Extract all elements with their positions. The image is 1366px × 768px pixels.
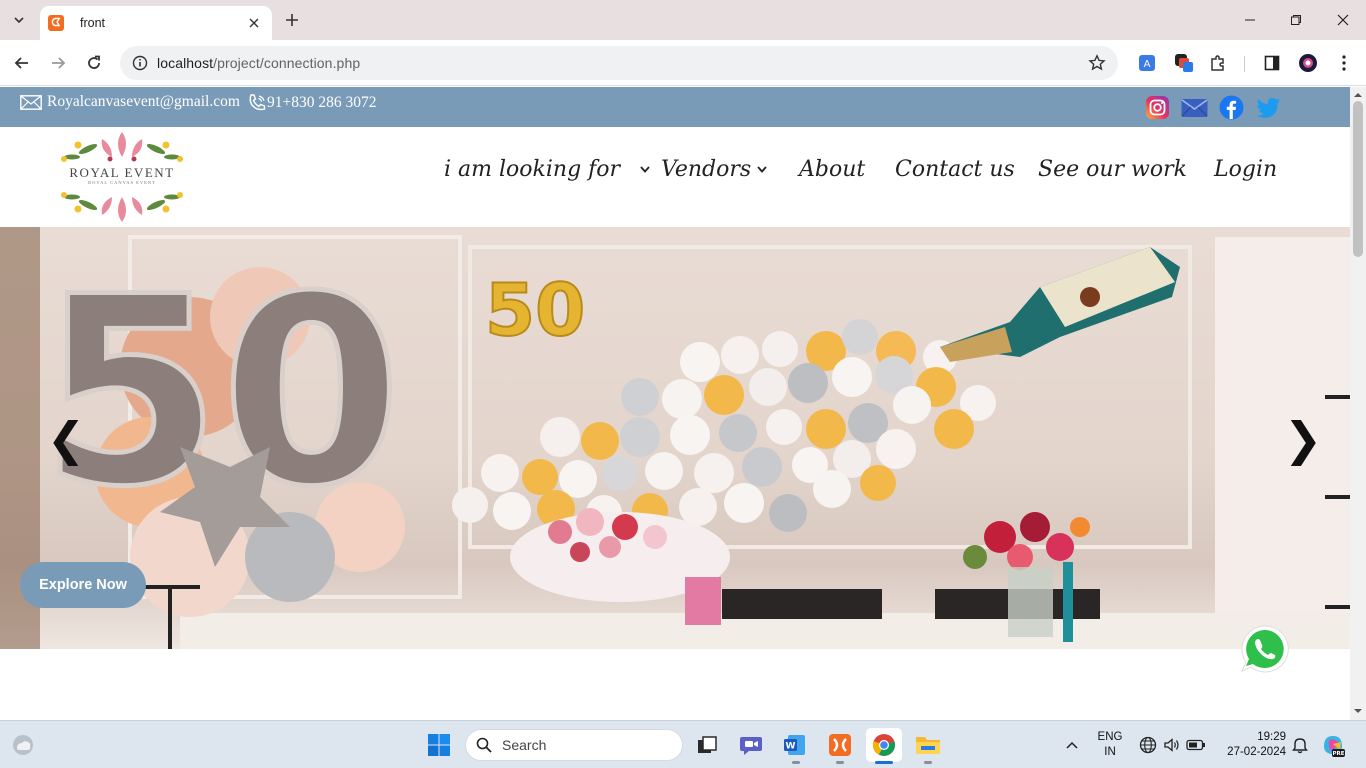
bookmark-star-icon[interactable] (1088, 54, 1106, 72)
svg-text:W: W (786, 742, 796, 752)
xampp-app-icon[interactable] (825, 730, 855, 760)
battery-icon[interactable] (1181, 730, 1211, 760)
phone-icon (249, 94, 266, 111)
whatsapp-icon[interactable] (1240, 624, 1290, 674)
email-contact[interactable]: Royalcanvasevent@gmail.com (20, 93, 240, 111)
nav-about-label: About (799, 157, 866, 182)
instagram-icon[interactable] (1144, 94, 1171, 121)
tab-search-chevron-icon[interactable] (7, 8, 31, 32)
chevron-down-icon (640, 162, 650, 177)
taskbar-search-box[interactable]: Search (465, 729, 683, 761)
twitter-icon[interactable] (1255, 94, 1282, 121)
large-foil-balloons: 50 (38, 240, 405, 617)
nav-contact[interactable]: Contact us (895, 157, 1015, 182)
phone-text: 91+830 286 3072 (267, 94, 377, 111)
copilot-preview-icon[interactable]: PRE (1318, 730, 1348, 760)
contact-bar: Royalcanvasevent@gmail.com 91+830 286 30… (0, 87, 1350, 127)
browser-toolbar: localhost/project/connection.php A (0, 40, 1366, 86)
chevron-down-icon (757, 162, 767, 177)
champagne-bottle-balloon (940, 247, 1180, 362)
email-text: Royalcanvasevent@gmail.com (47, 93, 240, 110)
nav-vendors-label: Vendors (661, 157, 752, 182)
close-window-icon[interactable] (1331, 8, 1355, 32)
nav-looking-for[interactable]: i am looking for (444, 157, 650, 182)
windows-taskbar: Search W ENG IN 19:29 27-02-2024 PRE (0, 720, 1366, 768)
xampp-favicon-icon: ᗧ (48, 15, 64, 31)
logo-title: ROYAL EVENT (69, 165, 175, 180)
search-label: Search (502, 737, 547, 753)
restore-icon[interactable] (1284, 8, 1308, 32)
tab-title: front (80, 16, 106, 30)
back-arrow-icon[interactable] (10, 51, 34, 75)
new-tab-plus-icon[interactable] (282, 10, 302, 30)
nav-about[interactable]: About (799, 157, 865, 182)
windows-start-icon[interactable] (424, 730, 454, 760)
xampp-running-indicator (836, 761, 844, 764)
address-bar[interactable]: localhost/project/connection.php (120, 46, 1118, 80)
minimize-icon[interactable] (1238, 8, 1262, 32)
chrome-app-icon[interactable] (866, 728, 902, 762)
small-gold-number: 50 (485, 268, 585, 352)
mail-icon (20, 94, 42, 110)
tab-close-icon[interactable] (246, 15, 262, 31)
lang-bottom: IN (1104, 746, 1116, 758)
svg-text:A: A (1144, 59, 1151, 70)
reload-icon[interactable] (82, 51, 106, 75)
word-app-icon[interactable]: W (780, 730, 810, 760)
explore-now-button[interactable]: Explore Now (20, 562, 146, 608)
search-icon (476, 737, 492, 753)
facebook-icon[interactable] (1218, 94, 1245, 121)
extension-squares-icon[interactable] (1173, 52, 1195, 74)
extensions-puzzle-icon[interactable] (1207, 52, 1229, 74)
clock-date: 27-02-2024 (1227, 746, 1286, 758)
social-links (1144, 94, 1282, 121)
scroll-up-arrow-icon[interactable] (1353, 90, 1363, 100)
hero-carousel: 50 50 ❮ ❯ Explore Now (0, 227, 1350, 649)
browser-tab[interactable]: ᗧ front (40, 6, 272, 40)
nav-see-our-work[interactable]: See our work (1038, 157, 1187, 182)
nav-vendors[interactable]: Vendors (661, 157, 767, 182)
file-explorer-icon[interactable] (913, 730, 943, 760)
forward-arrow-icon[interactable] (46, 51, 70, 75)
notification-bell-icon[interactable] (1285, 730, 1315, 760)
page-viewport: Royalcanvasevent@gmail.com 91+830 286 30… (0, 87, 1350, 720)
nav-looking-for-label: i am looking for (444, 157, 621, 182)
svg-text:PRE: PRE (1332, 751, 1344, 757)
side-panel-icon[interactable] (1261, 52, 1283, 74)
profile-avatar-icon[interactable] (1297, 52, 1319, 74)
task-view-icon[interactable] (692, 730, 722, 760)
teams-chat-icon[interactable] (736, 730, 766, 760)
carousel-prev-arrow[interactable]: ❮ (47, 412, 86, 466)
nav-login[interactable]: Login (1214, 157, 1277, 182)
url-text: localhost/project/connection.php (157, 55, 361, 71)
tab-bar: ᗧ front (0, 0, 1366, 40)
hero-image: 50 50 (0, 227, 1350, 649)
logo-subtitle: ROYAL CANVAS EVENT (88, 180, 156, 185)
email-envelope-icon[interactable] (1181, 94, 1208, 121)
translate-extension-icon[interactable]: A (1136, 52, 1158, 74)
nav-contact-label: Contact us (895, 157, 1015, 182)
nav-work-label: See our work (1038, 157, 1187, 182)
toolbar-divider (1244, 56, 1245, 72)
carousel-next-arrow[interactable]: ❯ (1284, 412, 1323, 466)
phone-contact[interactable]: 91+830 286 3072 (247, 93, 377, 113)
tray-chevron-up-icon[interactable] (1057, 730, 1087, 760)
page-scrollbar[interactable] (1350, 87, 1366, 720)
word-running-indicator (792, 761, 800, 764)
scroll-down-arrow-icon[interactable] (1353, 706, 1363, 716)
clock[interactable]: 19:29 27-02-2024 (1218, 730, 1286, 760)
explorer-running-indicator (924, 761, 932, 764)
site-info-icon[interactable] (130, 53, 150, 73)
browser-menu-icon[interactable] (1333, 52, 1355, 74)
weather-widget-icon[interactable] (8, 730, 38, 760)
clock-time: 19:29 (1257, 731, 1286, 743)
chrome-active-indicator (875, 761, 893, 764)
scroll-thumb[interactable] (1353, 101, 1363, 257)
lang-top: ENG (1097, 731, 1123, 743)
language-indicator[interactable]: ENG IN (1092, 730, 1128, 760)
site-header: ROYAL EVENT ROYAL CANVAS EVENT i am look… (0, 127, 1350, 227)
nav-login-label: Login (1214, 157, 1278, 182)
royal-event-logo[interactable]: ROYAL EVENT ROYAL CANVAS EVENT (50, 127, 194, 227)
